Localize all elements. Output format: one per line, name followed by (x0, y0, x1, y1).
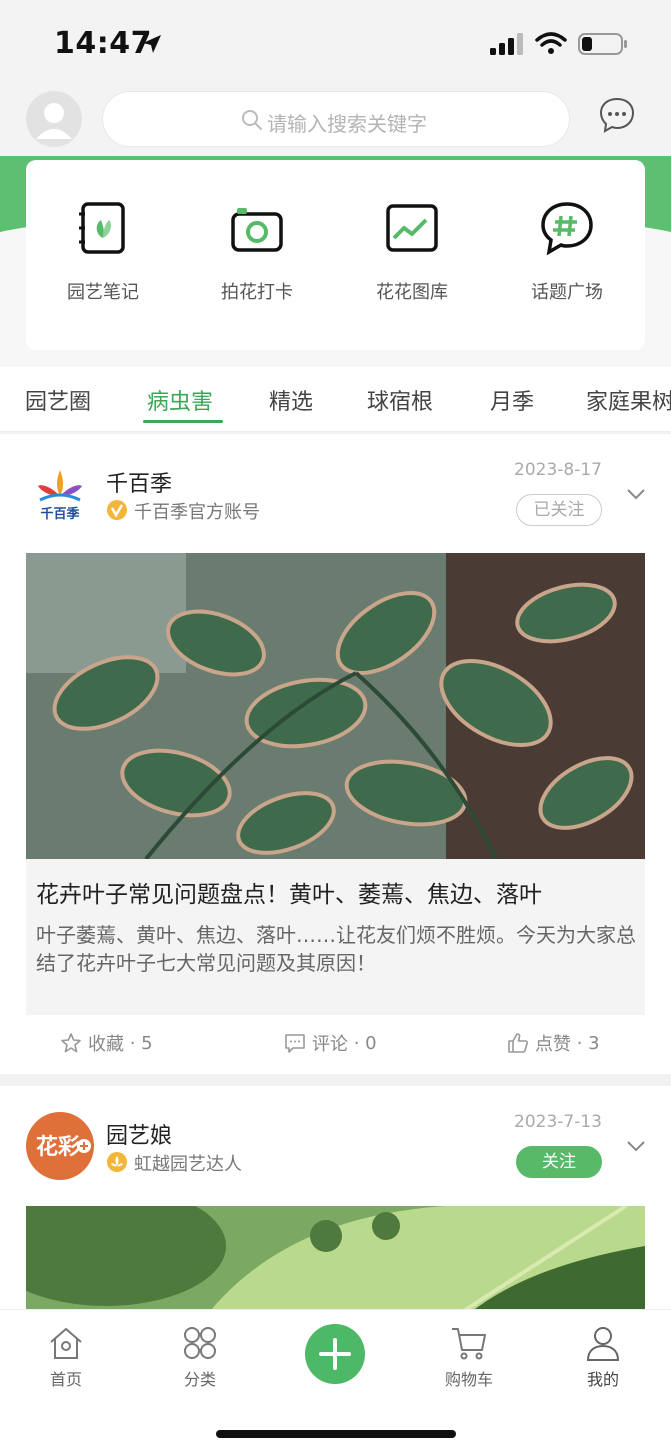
post-actions: 收藏 · 5 评论 · 0 点赞 · 3 (0, 1030, 671, 1060)
expert-badge-icon (107, 1152, 127, 1172)
active-tab-indicator (143, 420, 223, 423)
chewed-leaf-photo (26, 1206, 645, 1316)
quick-item-label: 拍花打卡 (221, 282, 293, 303)
category-grid-icon (184, 1327, 216, 1359)
author-name[interactable]: 园艺娘 (106, 1118, 172, 1150)
topic-chat-icon (541, 202, 593, 256)
notebook-icon (79, 202, 125, 254)
home-icon (50, 1328, 82, 1359)
post-date: 2023-8-17 (514, 460, 602, 480)
search-input[interactable]: 请输入搜索关键字 (102, 91, 570, 147)
nav-home[interactable]: 首页 (16, 1324, 116, 1390)
favorite-button[interactable]: 收藏 · 5 (60, 1030, 153, 1056)
user-silhouette-icon (36, 103, 72, 139)
quick-item-notes[interactable]: 园艺笔记 (26, 200, 180, 304)
nav-profile[interactable]: 我的 (553, 1324, 653, 1390)
quick-item-label: 话题广场 (531, 282, 603, 303)
status-bar: 14:47 (0, 0, 671, 88)
message-icon[interactable] (598, 96, 636, 134)
battery-icon (578, 33, 627, 55)
quick-item-gallery[interactable]: 花花图库 (335, 200, 489, 304)
post-excerpt: 叶子萎蔫、黄叶、焦边、落叶……让花友们烦不胜烦。今天为大家总结了花卉叶子七大常见… (36, 923, 636, 975)
favorite-label: 收藏 (88, 1034, 124, 1055)
status-time: 14:47 (54, 26, 152, 61)
nav-label: 我的 (586, 1370, 619, 1389)
author-logo[interactable]: 花彩 (26, 1112, 94, 1180)
verified-badge-icon (107, 500, 127, 520)
follow-button[interactable]: 关注 (516, 1146, 602, 1178)
nav-cart[interactable]: 购物车 (419, 1324, 519, 1390)
search-placeholder: 请输入搜索关键字 (267, 112, 427, 136)
quick-menu-panel: 园艺笔记 拍花打卡 花花图库 话题广场 (26, 160, 645, 350)
tab-featured[interactable]: 精选 (269, 384, 313, 416)
rose-leaves-photo (26, 553, 645, 859)
camera-icon (231, 208, 283, 252)
tab-roses[interactable]: 月季 (490, 384, 534, 416)
separator-dot: · (571, 1032, 589, 1054)
followed-button[interactable]: 已关注 (516, 494, 602, 526)
separator-dot: · (348, 1032, 366, 1054)
author-name[interactable]: 千百季 (106, 466, 172, 498)
quick-item-label: 园艺笔记 (67, 282, 139, 303)
location-arrow-icon (143, 35, 161, 53)
author-logo-text: 千百季 (40, 506, 79, 522)
like-button[interactable]: 点赞 · 3 (507, 1030, 600, 1056)
comment-icon (285, 1034, 305, 1053)
comment-count: 0 (365, 1032, 377, 1054)
user-avatar[interactable] (26, 91, 82, 147)
post-card[interactable]: 千百季 千百季 千百季官方账号 2023-8-17 已关注 花卉叶子常见问题盘点… (0, 434, 671, 1074)
nav-label: 首页 (49, 1370, 82, 1389)
plus-icon (319, 1338, 351, 1370)
comment-label: 评论 (312, 1034, 348, 1055)
author-logo-text: 花彩 (36, 1134, 80, 1160)
cellular-signal-icon (490, 33, 523, 55)
post-text-block[interactable]: 花卉叶子常见问题盘点！黄叶、萎蔫、焦边、落叶 叶子萎蔫、黄叶、焦边、落叶……让花… (26, 859, 645, 1015)
nav-label: 购物车 (444, 1370, 493, 1389)
nav-label: 分类 (183, 1370, 216, 1389)
category-tabs: 园艺圈 病虫害 精选 球宿根 月季 家庭果树 (0, 366, 671, 432)
add-post-button[interactable] (305, 1324, 365, 1384)
tab-gardening-circle[interactable]: 园艺圈 (25, 384, 91, 416)
chevron-down-icon[interactable] (625, 1138, 647, 1154)
post-date: 2023-7-13 (514, 1112, 602, 1132)
gallery-icon (386, 204, 438, 252)
bottom-navigation: 首页 分类 购物车 我的 (0, 1309, 671, 1452)
quick-item-topic-square[interactable]: 话题广场 (490, 200, 644, 304)
like-label: 点赞 (535, 1034, 571, 1055)
quick-item-photo-checkin[interactable]: 拍花打卡 (180, 200, 334, 304)
author-title: 虹越园艺达人 (134, 1154, 242, 1175)
separator-dot: · (124, 1032, 142, 1054)
post-title[interactable]: 花卉叶子常见问题盘点！黄叶、萎蔫、焦边、落叶 (36, 875, 636, 909)
post-card[interactable]: 花彩 园艺娘 虹越园艺达人 2023-7-13 关注 (0, 1086, 671, 1316)
post-image[interactable] (26, 1206, 645, 1316)
author-title: 千百季官方账号 (134, 502, 260, 523)
tab-bulbs-perennials[interactable]: 球宿根 (367, 384, 433, 416)
star-icon (61, 1033, 81, 1053)
author-logo[interactable]: 千百季 (26, 460, 94, 528)
comment-button[interactable]: 评论 · 0 (284, 1030, 377, 1056)
person-icon (586, 1327, 620, 1361)
thumbs-up-icon (508, 1033, 528, 1053)
home-indicator (216, 1430, 456, 1438)
favorite-count: 5 (141, 1032, 153, 1054)
quick-item-label: 花花图库 (376, 282, 448, 303)
search-icon (242, 110, 262, 130)
chevron-down-icon[interactable] (625, 486, 647, 502)
post-image[interactable] (26, 553, 645, 859)
tab-pests-diseases[interactable]: 病虫害 (147, 384, 213, 416)
wifi-icon (535, 32, 567, 54)
like-count: 3 (588, 1032, 600, 1054)
tab-fruit-trees[interactable]: 家庭果树 (586, 384, 671, 416)
shopping-cart-icon (452, 1328, 486, 1360)
header-bar: 请输入搜索关键字 (0, 88, 671, 158)
nav-category[interactable]: 分类 (150, 1324, 250, 1390)
